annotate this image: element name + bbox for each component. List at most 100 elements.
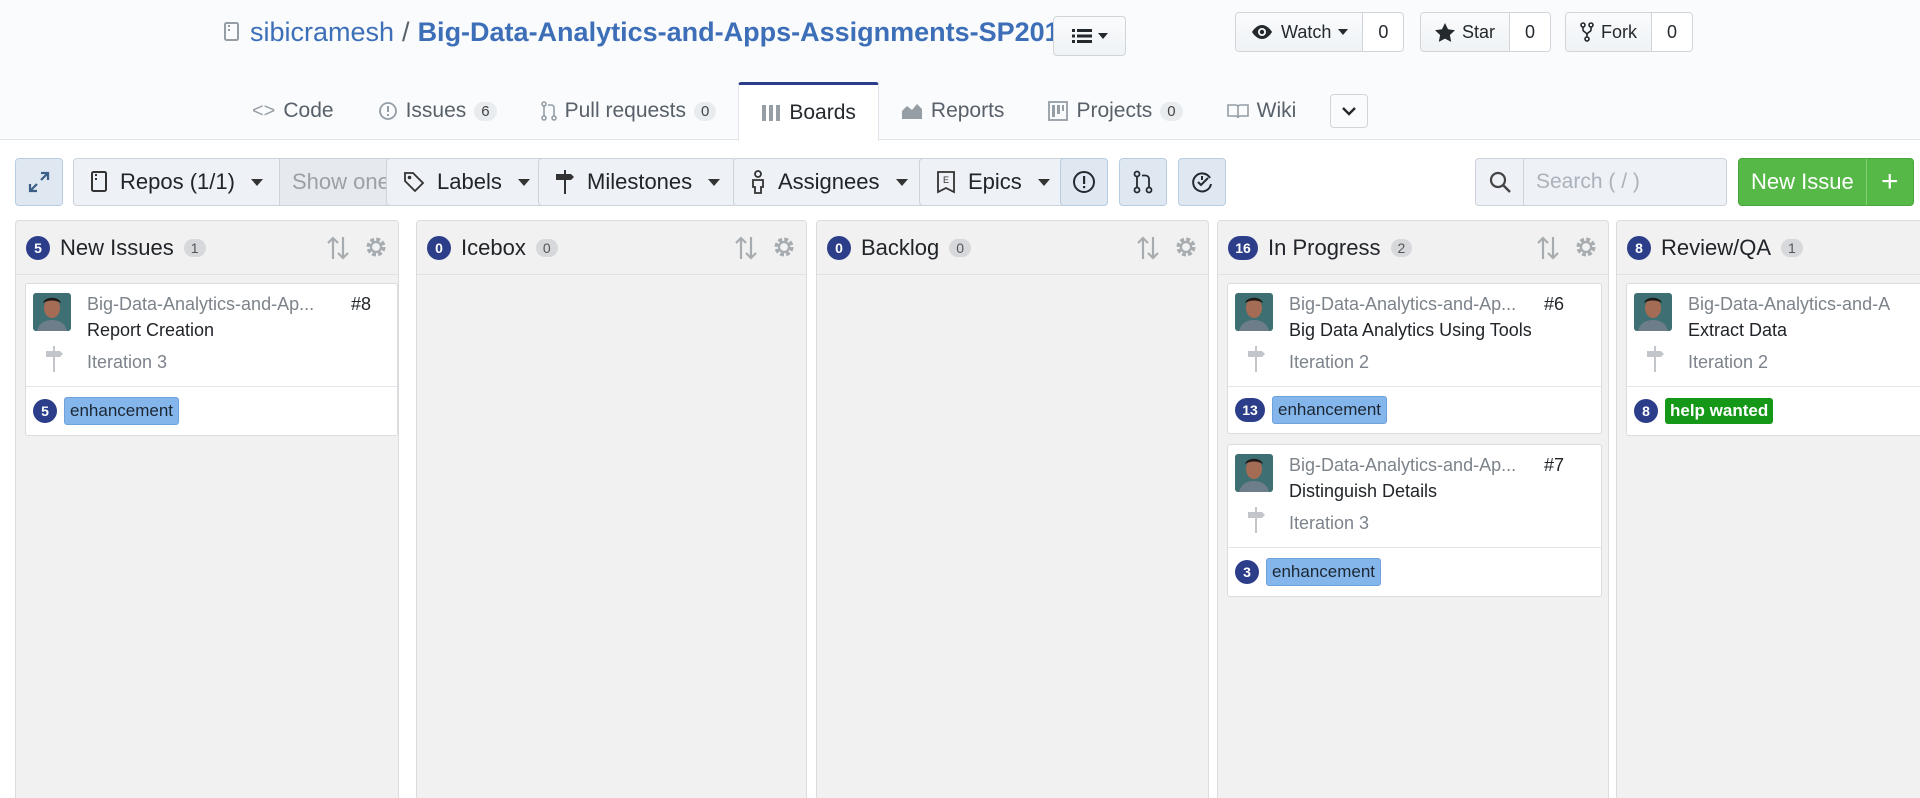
repos-dropdown[interactable]: Repos (1/1) [90,169,263,195]
more-tabs-button[interactable] [1330,94,1368,128]
card-milestone: Iteration 2 [1289,352,1370,372]
star-count[interactable]: 0 [1510,13,1551,51]
boards-icon [762,105,781,121]
sort-icon[interactable] [1536,235,1560,261]
gear-icon[interactable] [1574,235,1598,259]
tab-label: Wiki [1256,99,1297,122]
card-number: #8 [351,294,372,314]
repo-book-icon [91,171,107,192]
expand-icon [28,171,50,193]
card-title[interactable]: Big Data Analytics Using Tools [1289,320,1532,341]
epics-label: Epics [968,169,1022,194]
column-new-issues: 5 New Issues 1 Big-Data-Analytics-and-Ap… [15,220,399,798]
milestone-icon [46,346,63,372]
label-badge[interactable]: help wanted [1665,398,1774,424]
milestone-icon [1647,346,1664,372]
sort-icon[interactable] [734,235,758,261]
tab-reports[interactable]: Reports [879,82,1027,140]
tab-counter: 0 [694,101,717,121]
card-number: #7 [1544,455,1565,475]
card-title[interactable]: Extract Data [1688,320,1787,341]
show-issues-toggle[interactable] [1060,158,1108,206]
sort-icon[interactable] [1136,235,1160,261]
repo-owner-link[interactable]: sibicramesh [250,17,394,48]
tab-code[interactable]: <> Code [230,82,356,140]
card-title[interactable]: Report Creation [87,320,214,341]
tab-label: Reports [930,99,1005,122]
assignees-label: Assignees [778,169,880,194]
tab-projects[interactable]: Projects 0 [1026,82,1204,140]
new-issue-plus-button[interactable]: + [1865,159,1913,205]
chevron-down-icon [517,178,530,186]
pull-request-icon [540,101,557,121]
card-milestone: Iteration 3 [87,352,168,372]
board-toolbar: Repos (1/1) Show one Labels Milestones A… [0,140,1920,220]
show-pull-requests-toggle[interactable] [1119,158,1167,206]
new-issue-group: New Issue + [1738,158,1914,206]
milestones-filter[interactable]: Milestones [538,158,738,206]
fork-label: Fork [1601,21,1637,42]
issue-card[interactable]: Big-Data-Analytics-and-A Extract Data It… [1626,283,1920,436]
gear-icon[interactable] [772,235,796,259]
chevron-down-icon [1097,33,1108,39]
labels-filter[interactable]: Labels [386,158,547,206]
chevron-down-icon [1338,29,1349,35]
tab-label: Issues [405,99,467,122]
list-menu-button[interactable] [1053,16,1126,56]
issue-card[interactable]: Big-Data-Analytics-and-Ap... #8 Report C… [25,283,398,436]
watch-button[interactable]: Watch [1236,13,1364,51]
tab-boards[interactable]: Boards [738,82,879,141]
label-badge[interactable]: enhancement [1266,558,1382,586]
fullscreen-button[interactable] [15,158,63,206]
column-header: 16 In Progress 2 [1218,221,1608,275]
fork-group: Fork 0 [1565,12,1693,52]
projects-icon [1048,101,1069,121]
tab-pull-requests[interactable]: Pull requests 0 [519,82,739,140]
chevron-down-icon [895,178,908,186]
card-milestone: Iteration 3 [1289,513,1370,533]
column-points: 5 [26,235,50,260]
watch-group: Watch 0 [1235,12,1405,52]
tab-counter: 6 [474,101,497,121]
watch-count[interactable]: 0 [1363,13,1404,51]
repos-label: Repos (1/1) [120,169,235,194]
column-count: 1 [183,238,206,257]
star-button[interactable]: Star [1421,13,1511,51]
epic-icon: E [937,171,955,194]
repo-name-link[interactable]: Big-Data-Analytics-and-Apps-Assignments-… [418,17,1075,48]
gear-icon[interactable] [1174,235,1198,259]
search-box [1475,158,1727,206]
star-icon [1435,22,1455,42]
show-closed-toggle[interactable] [1178,158,1226,206]
issue-card[interactable]: Big-Data-Analytics-and-Ap... #7 Distingu… [1227,444,1602,597]
assignees-filter[interactable]: Assignees [733,158,925,206]
card-repo: Big-Data-Analytics-and-Ap... [87,294,315,314]
card-title[interactable]: Distinguish Details [1289,481,1437,502]
gear-icon[interactable] [364,235,388,259]
new-issue-button[interactable]: New Issue [1739,159,1866,205]
label-badge[interactable]: enhancement [1272,396,1388,424]
milestone-icon [1248,346,1265,372]
fork-count[interactable]: 0 [1652,13,1692,51]
epics-filter[interactable]: E Epics [919,158,1067,206]
code-icon: <> [252,99,276,122]
tab-wiki[interactable]: Wiki [1205,82,1319,140]
milestone-icon [1248,507,1265,533]
show-one-button[interactable]: Show one [278,159,402,205]
column-title: Review/QA [1661,234,1772,260]
card-points: 5 [33,399,57,423]
chevron-down-icon [1037,178,1050,186]
tab-issues[interactable]: Issues 6 [356,82,519,140]
fork-button[interactable]: Fork [1566,13,1652,51]
card-repo: Big-Data-Analytics-and-Ap... [1289,455,1517,475]
sort-icon[interactable] [326,235,350,261]
column-count: 2 [1390,238,1413,257]
card-number: #6 [1544,294,1565,314]
star-group: Star 0 [1420,12,1552,52]
list-icon [1071,29,1092,43]
column-points: 0 [827,235,851,260]
issue-card[interactable]: Big-Data-Analytics-and-Ap... #6 Big Data… [1227,283,1602,434]
search-input[interactable] [1524,159,1724,205]
label-badge[interactable]: enhancement [64,397,180,425]
column-points: 8 [1627,235,1651,260]
